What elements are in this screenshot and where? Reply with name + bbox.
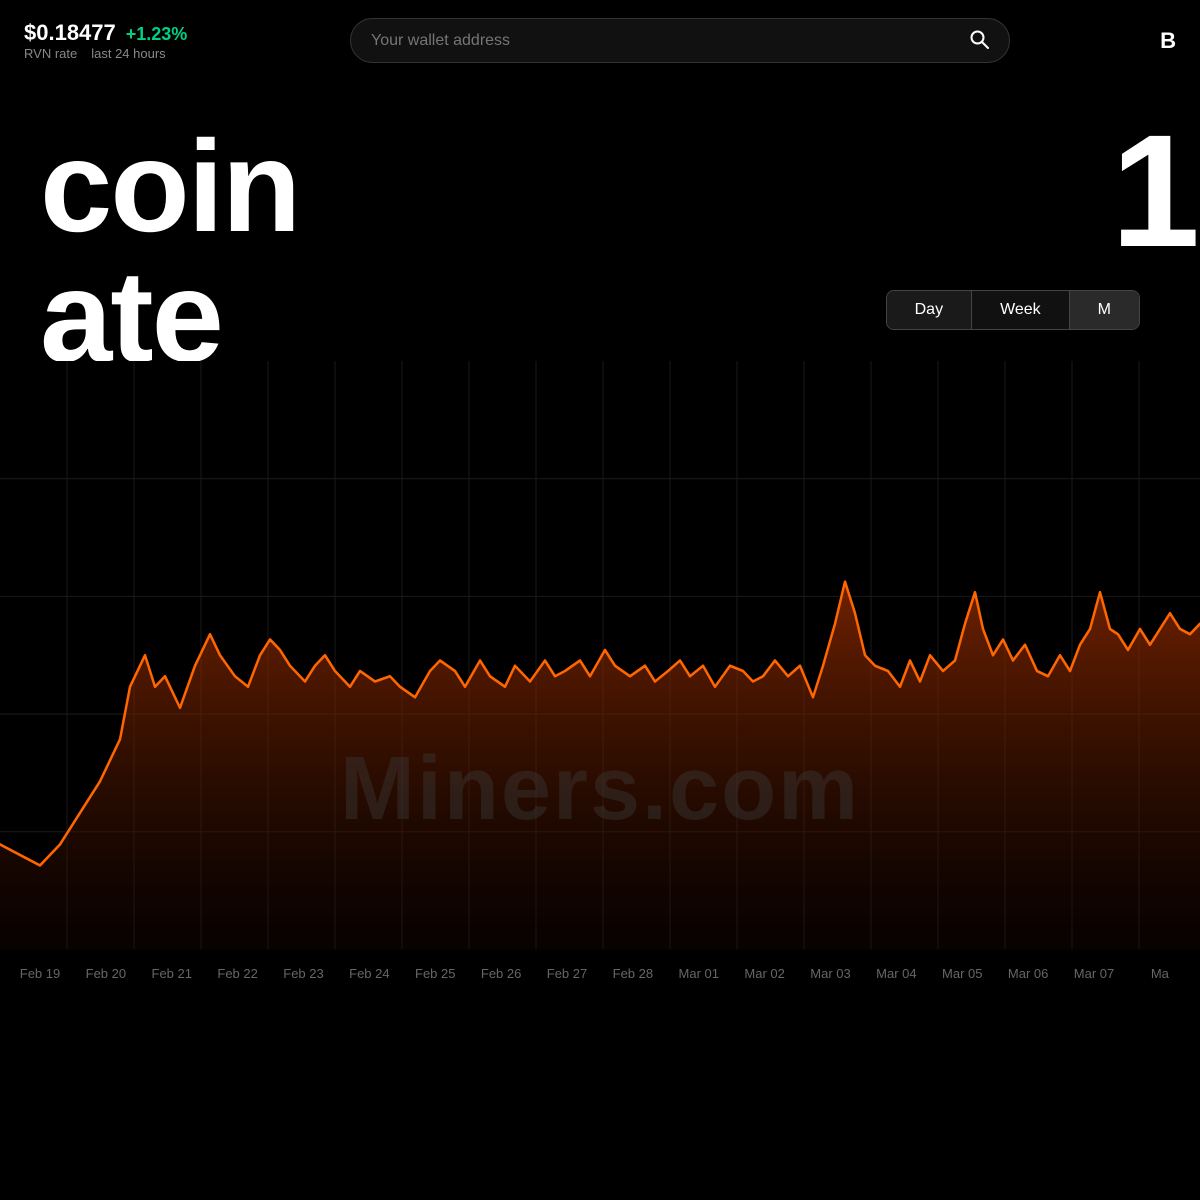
x-label: Feb 24: [339, 966, 399, 981]
search-icon: [969, 29, 989, 49]
header: $0.18477 +1.23% RVN rate last 24 hours B: [0, 0, 1200, 81]
brand-area: $0.18477 +1.23% RVN rate last 24 hours: [24, 20, 244, 61]
chart-svg: [0, 361, 1200, 981]
x-label: Feb 22: [208, 966, 268, 981]
x-label: Feb 28: [603, 966, 663, 981]
rate-label: RVN rate: [24, 46, 77, 61]
search-button[interactable]: [969, 29, 989, 52]
time-btn-day[interactable]: Day: [887, 291, 972, 329]
x-label: Feb 26: [471, 966, 531, 981]
x-label: Feb 21: [142, 966, 202, 981]
time-btn-month[interactable]: M: [1070, 291, 1139, 329]
x-label: Ma: [1130, 966, 1190, 981]
chart-section: Miners.com: [0, 361, 1200, 981]
hero-value: 1: [1111, 111, 1200, 271]
period-label: last 24 hours: [91, 46, 165, 61]
nav-letter: B: [1160, 28, 1176, 54]
wallet-address-input[interactable]: [371, 32, 959, 50]
x-label: Mar 01: [669, 966, 729, 981]
price-change: +1.23%: [126, 24, 188, 45]
x-label: Mar 07: [1064, 966, 1124, 981]
x-label: Feb 23: [274, 966, 334, 981]
x-label: Mar 06: [998, 966, 1058, 981]
x-label: Mar 03: [801, 966, 861, 981]
chart-container: [0, 361, 1200, 981]
search-wrapper: [350, 18, 1010, 63]
x-axis-labels: Feb 19 Feb 20 Feb 21 Feb 22 Feb 23 Feb 2…: [0, 951, 1200, 981]
price-value: $0.18477: [24, 20, 116, 46]
x-label: Feb 19: [10, 966, 70, 981]
time-btn-week[interactable]: Week: [972, 291, 1070, 329]
hero-title-line1: coin: [40, 121, 1200, 251]
nav-area: B: [1116, 28, 1176, 54]
x-label: Mar 04: [866, 966, 926, 981]
x-label: Feb 25: [405, 966, 465, 981]
x-label: Mar 02: [735, 966, 795, 981]
x-label: Feb 27: [537, 966, 597, 981]
time-controls: Day Week M: [886, 290, 1140, 330]
x-label: Feb 20: [76, 966, 136, 981]
search-bar: [350, 18, 1010, 63]
x-label: Mar 05: [932, 966, 992, 981]
